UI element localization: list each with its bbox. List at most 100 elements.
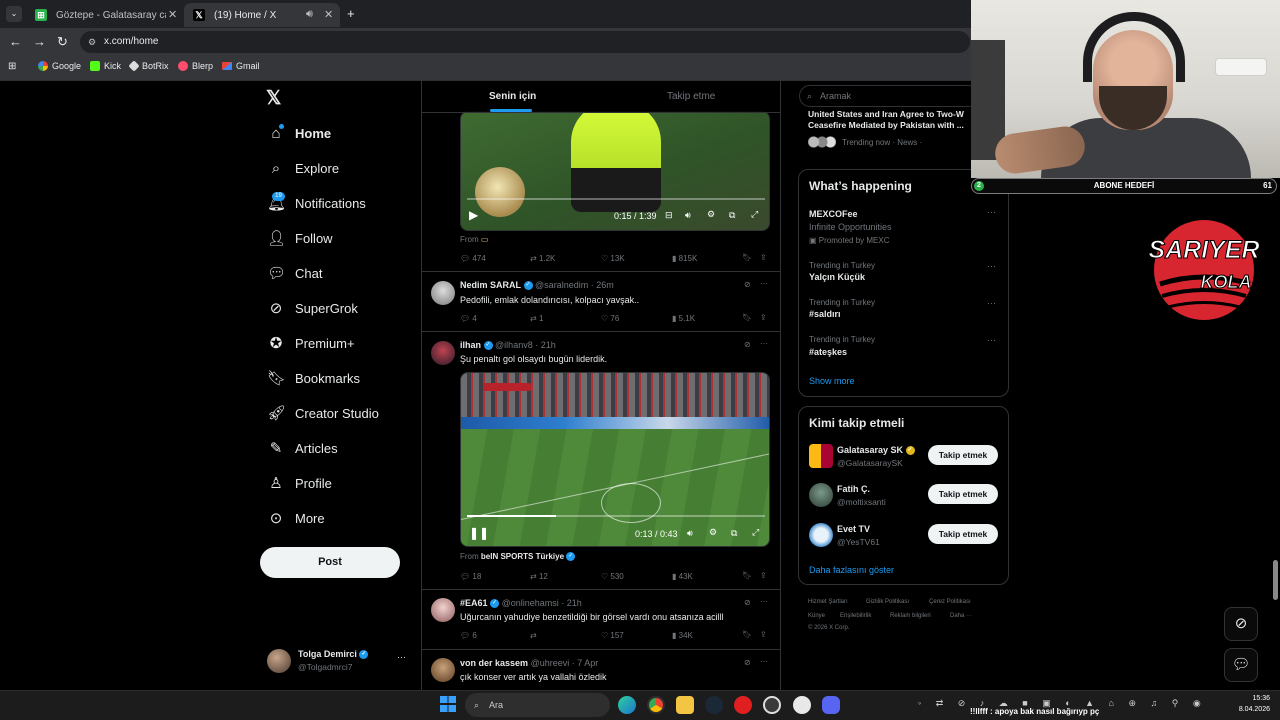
show-more-link[interactable]: Show more bbox=[809, 376, 855, 386]
nav-more[interactable]: ⊙ More bbox=[267, 507, 325, 529]
reply-count[interactable]: 💬︎ 474 bbox=[460, 254, 486, 263]
retweet-count[interactable]: ⇄ bbox=[530, 631, 537, 640]
captions-icon[interactable]: ⊟ bbox=[665, 210, 673, 221]
avatar[interactable] bbox=[431, 598, 455, 622]
account-name[interactable]: Fatih Ç. bbox=[837, 484, 870, 494]
more-dots-icon[interactable]: ··· bbox=[760, 279, 768, 288]
retweet-count[interactable]: ⇄ 1.2K bbox=[530, 254, 555, 263]
avatar[interactable] bbox=[431, 658, 455, 682]
pip-icon[interactable]: ⧉ bbox=[729, 210, 735, 221]
footer-link[interactable]: Hizmet Şartları bbox=[808, 599, 848, 605]
avatar[interactable] bbox=[809, 523, 833, 547]
bookmark-botrix[interactable]: BotRix bbox=[128, 60, 169, 72]
reply-count[interactable]: 💬︎ 6 bbox=[460, 631, 477, 640]
page-scrollbar[interactable] bbox=[1273, 560, 1278, 600]
nav-bookmarks[interactable]: 🔖︎ Bookmarks bbox=[267, 367, 360, 389]
author-name[interactable]: von der kassem bbox=[460, 658, 528, 668]
back-icon[interactable]: ← bbox=[9, 35, 22, 49]
trend-name[interactable]: #saldırı bbox=[809, 309, 841, 319]
footer-link[interactable]: Daha ··· bbox=[950, 613, 972, 619]
bookmark-gmail[interactable]: Gmail bbox=[222, 61, 260, 71]
tweet-time[interactable]: 21h bbox=[541, 340, 556, 350]
pause-icon[interactable]: ❚❚ bbox=[469, 526, 489, 540]
forward-icon[interactable]: → bbox=[33, 35, 46, 49]
share-icon[interactable]: ⇪ bbox=[760, 571, 767, 580]
like-count[interactable]: ♡ 76 bbox=[601, 314, 619, 323]
share-icon[interactable]: ⇪ bbox=[760, 253, 767, 262]
footer-link[interactable]: Gizlilik Politikası bbox=[866, 599, 909, 605]
author-handle[interactable]: @uhreevi bbox=[531, 658, 570, 668]
footer-link[interactable]: Çerez Politikası bbox=[929, 599, 971, 605]
post-button[interactable]: Post bbox=[260, 547, 400, 578]
avatar[interactable] bbox=[431, 341, 455, 365]
discord-icon[interactable] bbox=[822, 696, 840, 714]
nav-premium[interactable]: ✪ Premium+ bbox=[267, 332, 355, 354]
author-name[interactable]: ilhan bbox=[460, 340, 481, 350]
settings-icon[interactable]: ⚙ bbox=[707, 209, 715, 220]
account-name[interactable]: Evet TV bbox=[837, 524, 870, 534]
news-card[interactable]: United States and Iran Agree to Two-W Cea… bbox=[808, 109, 978, 149]
source-name[interactable]: beIN SPORTS Türkiye bbox=[481, 552, 564, 561]
grok-icon[interactable]: ⊘ bbox=[744, 280, 751, 289]
bookmark-icon[interactable]: 🔖︎ bbox=[742, 313, 752, 322]
avatar[interactable] bbox=[431, 281, 455, 305]
author-handle[interactable]: @onlinehamsi bbox=[502, 598, 559, 608]
follow-button[interactable]: Takip etmek bbox=[928, 445, 998, 465]
edge-icon[interactable] bbox=[618, 696, 636, 714]
retweet-count[interactable]: ⇄ 12 bbox=[530, 572, 548, 581]
reply-count[interactable]: 💬︎ 18 bbox=[460, 572, 481, 581]
volume-icon[interactable]: 🔊︎ bbox=[687, 528, 693, 539]
tab-following[interactable]: Takip etme bbox=[667, 91, 715, 102]
tweet-time[interactable]: 21h bbox=[567, 598, 582, 608]
bookmark-icon[interactable]: 🔖︎ bbox=[742, 630, 752, 639]
tab-for-you[interactable]: Senin için bbox=[489, 91, 536, 102]
video-progress-track[interactable] bbox=[467, 198, 765, 200]
folder-icon[interactable] bbox=[676, 696, 694, 714]
more-dots-icon[interactable]: ··· bbox=[987, 261, 996, 271]
tab-x-home[interactable]: 𝕏 (19) Home / X 🔊︎ ✕ bbox=[184, 3, 340, 27]
footer-link[interactable]: Erişilebilirlik bbox=[840, 613, 871, 619]
steam-icon[interactable] bbox=[705, 696, 723, 714]
nav-home[interactable]: ⌂ Home bbox=[267, 122, 331, 144]
share-icon[interactable]: ⇪ bbox=[760, 313, 767, 322]
grok-icon[interactable]: ⊘ bbox=[744, 340, 751, 349]
fullscreen-icon[interactable]: ⤢ bbox=[752, 527, 759, 538]
bookmark-blerp[interactable]: Blerp bbox=[178, 61, 213, 71]
site-info-icon[interactable]: ⚙ bbox=[88, 31, 96, 53]
author-handle[interactable]: @saralnedim bbox=[535, 280, 588, 290]
account-name[interactable]: Galatasaray SK ✓ bbox=[837, 445, 915, 456]
account-switcher[interactable]: Tolga Demirci ✓ @Tolgadmrci7 ··· bbox=[264, 646, 412, 676]
fullscreen-icon[interactable]: ⤢ bbox=[751, 209, 758, 220]
author-name[interactable]: Nedim SARAL bbox=[460, 280, 521, 290]
nav-supergrok[interactable]: ⊘ SuperGrok bbox=[267, 297, 358, 319]
bookmark-kick[interactable]: Kick bbox=[90, 61, 121, 71]
like-count[interactable]: ♡ 13K bbox=[601, 254, 625, 263]
trend-name[interactable]: MEXCOFee bbox=[809, 209, 858, 219]
tab-goztepe[interactable]: ⊞ Göztepe - Galatasaray canlı skor ✕ bbox=[26, 3, 184, 27]
view-count[interactable]: ▮ 34K bbox=[672, 631, 693, 640]
bookmark-icon[interactable]: 🔖︎ bbox=[742, 253, 752, 262]
messages-floating-button[interactable]: 💬︎ bbox=[1224, 648, 1258, 682]
more-dots-icon[interactable]: ··· bbox=[987, 335, 996, 345]
pip-icon[interactable]: ⧉ bbox=[731, 528, 737, 539]
footer-link[interactable]: Reklam bilgileri bbox=[890, 613, 931, 619]
view-count[interactable]: ▮ 815K bbox=[672, 254, 697, 263]
author-handle[interactable]: @ilhanv8 bbox=[495, 340, 533, 350]
grok-icon[interactable]: ⊘ bbox=[744, 598, 751, 607]
reload-icon[interactable]: ↻ bbox=[57, 35, 68, 49]
nav-articles[interactable]: ✎ Articles bbox=[267, 437, 338, 459]
tweet-time[interactable]: 7 Apr bbox=[577, 658, 598, 668]
nav-creator-studio[interactable]: 🚀︎ Creator Studio bbox=[267, 402, 379, 424]
nav-explore[interactable]: ⌕ Explore bbox=[267, 157, 339, 179]
tab-search-icon[interactable]: ⌄ bbox=[6, 6, 22, 22]
x-logo-icon[interactable]: 𝕏 bbox=[266, 87, 281, 110]
search-input[interactable]: ⌕ Aramak bbox=[799, 85, 979, 107]
grok-icon[interactable]: ⊘ bbox=[744, 658, 751, 667]
play-icon[interactable]: ▶ bbox=[469, 208, 478, 222]
close-tab-icon[interactable]: ✕ bbox=[168, 8, 177, 21]
author-name[interactable]: #EA61 bbox=[460, 598, 488, 608]
follow-button[interactable]: Takip etmek bbox=[928, 484, 998, 504]
taskbar-clock[interactable]: 15:36 8.04.2026 bbox=[1228, 693, 1270, 715]
volume-icon[interactable]: 🔊︎ bbox=[685, 210, 691, 221]
like-count[interactable]: ♡ 530 bbox=[601, 572, 624, 581]
